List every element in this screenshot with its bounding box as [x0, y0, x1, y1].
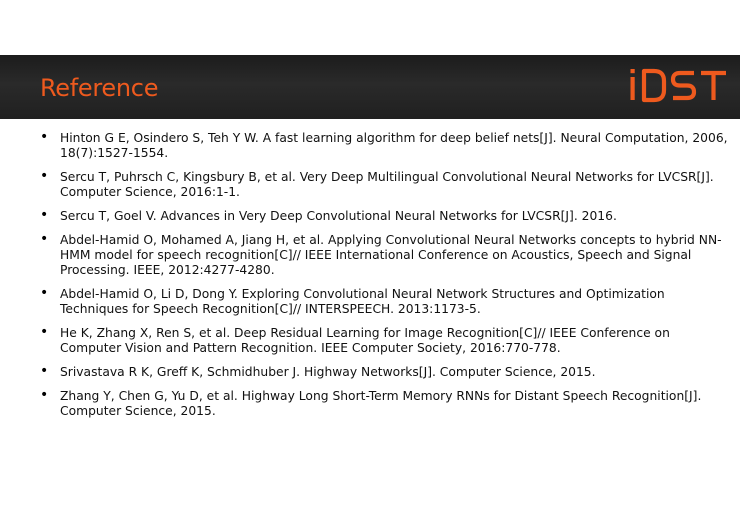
bullet-dot-icon: • [40, 285, 49, 301]
bullet-dot-icon: • [40, 324, 49, 340]
reference-text: Srivastava R K, Greff K, Schmidhuber J. … [60, 365, 596, 379]
reference-list: • Hinton G E, Osindero S, Teh Y W. A fast… [40, 129, 730, 428]
bullet-dot-icon: • [40, 168, 49, 184]
reference-item: • He K, Zhang X, Ren S, et al. Deep Resid… [40, 324, 730, 356]
reference-text: Sercu T, Goel V. Advances in Very Deep C… [60, 209, 617, 223]
reference-text: He K, Zhang X, Ren S, et al. Deep Residu… [60, 326, 670, 355]
bullet-dot-icon: • [40, 207, 49, 223]
bullet-dot-icon: • [40, 363, 49, 379]
reference-text: Hinton G E, Osindero S, Teh Y W. A fast … [60, 131, 728, 160]
reference-item: • Abdel-Hamid O, Li D, Dong Y. Exploring … [40, 285, 730, 317]
idst-logo [630, 68, 726, 103]
reference-item: • Abdel-Hamid O, Mohamed A, Jiang H, et a… [40, 231, 730, 278]
reference-item: • Hinton G E, Osindero S, Teh Y W. A fast… [40, 129, 730, 161]
reference-item: • Zhang Y, Chen G, Yu D, et al. Highway L… [40, 387, 730, 419]
reference-text: Abdel-Hamid O, Li D, Dong Y. Exploring C… [60, 287, 665, 316]
reference-text: Sercu T, Puhrsch C, Kingsbury B, et al. … [60, 170, 714, 199]
reference-item: • Sercu T, Goel V. Advances in Very Deep … [40, 207, 730, 224]
bullet-dot-icon: • [40, 387, 49, 403]
bullet-dot-icon: • [40, 129, 49, 145]
reference-text: Abdel-Hamid O, Mohamed A, Jiang H, et al… [60, 233, 722, 277]
bullet-dot-icon: • [40, 231, 49, 247]
reference-item: • Srivastava R K, Greff K, Schmidhuber J.… [40, 363, 730, 380]
reference-item: • Sercu T, Puhrsch C, Kingsbury B, et al.… [40, 168, 730, 200]
reference-text: Zhang Y, Chen G, Yu D, et al. Highway Lo… [60, 389, 702, 418]
slide-title: Reference [40, 74, 159, 102]
